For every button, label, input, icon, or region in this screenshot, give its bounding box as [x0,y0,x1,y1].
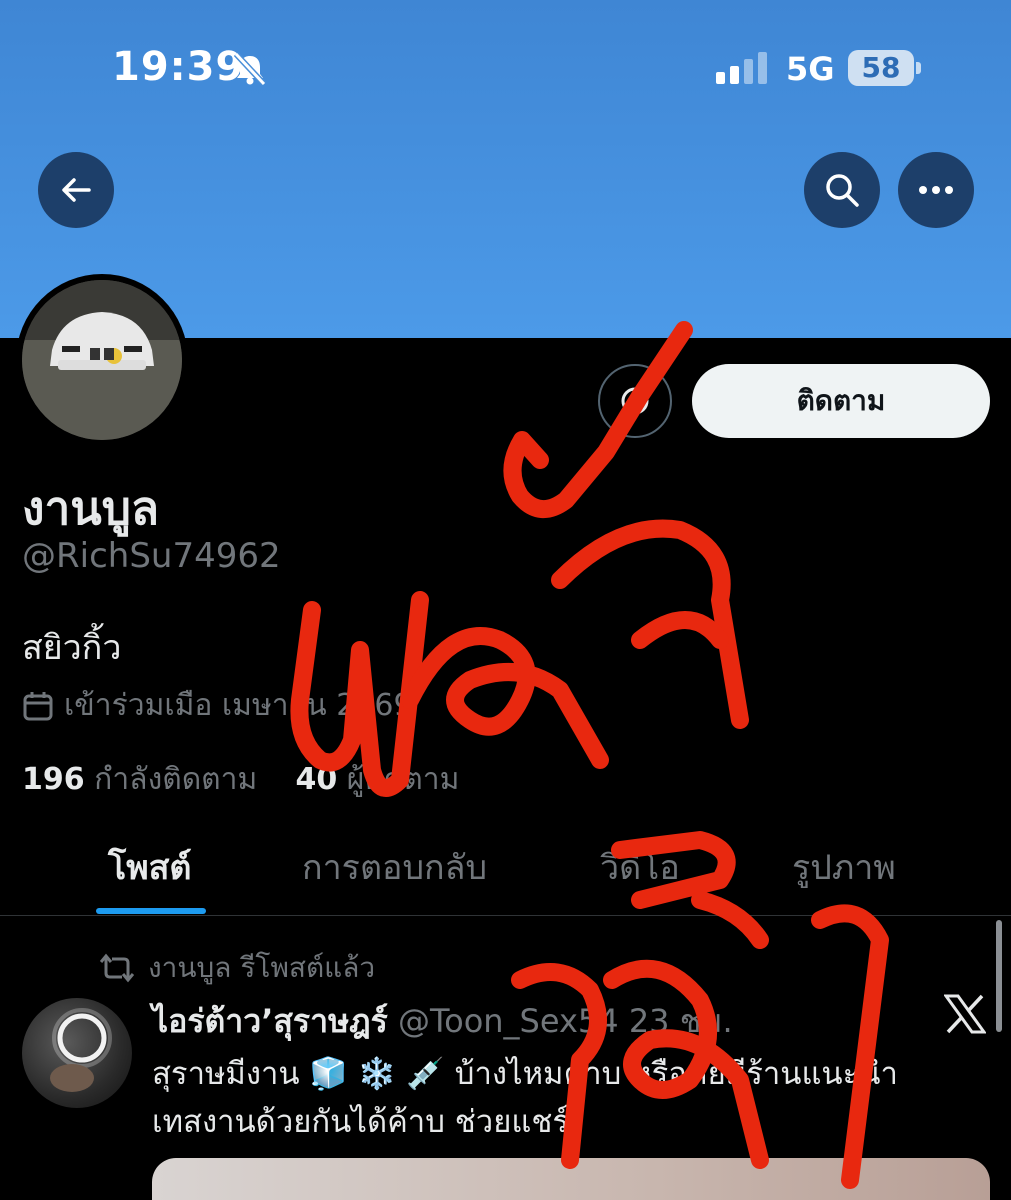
bell-slash-icon [233,52,267,86]
followers-label: ผู้ติดตาม [346,762,460,797]
calendar-icon [23,691,53,720]
tab-replies[interactable]: การตอบกลับ [302,840,487,894]
battery-tip [916,62,921,74]
repost-indicator: งานบูล รีโพสต์แล้ว [100,946,375,990]
repost-icon [100,953,134,983]
post-author[interactable]: ไอร่ต้าว’สุราษฎร์ [152,1002,388,1040]
battery-icon: 58 [848,50,914,86]
car-photo [22,280,182,440]
notification-subscribe-button[interactable] [598,364,672,438]
post-media[interactable] [152,1158,990,1200]
ring-light-photo [50,1008,112,1092]
x-logo-icon [944,994,986,1034]
status-time: 19:39 [112,44,245,90]
search-button[interactable] [804,152,880,228]
following-link[interactable]: 196 กำลังติดตาม [22,762,257,797]
profile-handle: @RichSu74962 [22,536,281,576]
more-button[interactable] [898,152,974,228]
repost-label: งานบูล รีโพสต์แล้ว [148,951,376,984]
follow-stats: 196 กำลังติดตาม 40 ผู้ติดตาม [22,756,459,803]
search-icon [826,174,859,207]
back-button[interactable] [38,152,114,228]
profile-bio: สยิวกิ้ว [22,628,122,668]
following-count: 196 [22,762,85,797]
following-label: กำลังติดตาม [94,762,258,797]
active-tab-indicator [96,908,206,914]
post-text-line-1: สุราษมีงาน 🧊 ❄️ 💉 บ้างไหมค่าบ หรือคัยมีร… [152,1056,898,1092]
post-text-line-2: เทสงานด้วยกันได้ค้าบ ช่วยแชร์ [152,1104,570,1140]
display-name: งานบูล [22,481,160,535]
more-dots-icon [919,186,953,194]
tab-photos[interactable]: รูปภาพ [792,840,896,894]
loading-circle-icon [621,387,649,415]
post-handle[interactable]: @Toon_Sex54 [398,1002,619,1040]
followers-link[interactable]: 40 ผู้ติดตาม [295,762,459,797]
tab-videos[interactable]: วิดีโอ [600,840,680,894]
followers-count: 40 [295,762,338,797]
signal-bars-icon [716,52,767,84]
post-avatar[interactable] [22,998,132,1108]
scrollbar[interactable] [996,920,1002,1032]
network-type: 5G [786,50,835,88]
joined-date: เข้าร่วมเมือ เมษายน 2569 [22,682,413,729]
tab-posts[interactable]: โพสต์ [108,840,192,894]
follow-button[interactable]: ติดตาม [692,364,990,438]
post-header: ไอร่ต้าว’สุราษฎร์ @Toon_Sex54 23 ชม. [152,996,733,1047]
back-arrow-icon [62,178,91,202]
post-time: 23 ชม. [628,1002,733,1040]
post-text: สุราษมีงาน 🧊 ❄️ 💉 บ้างไหมค่าบ หรือคัยมีร… [152,1050,982,1146]
joined-text: เข้าร่วมเมือ เมษายน 2569 [64,688,413,723]
profile-tabs: โพสต์ การตอบกลับ วิดีโอ รูปภาพ [0,832,1011,916]
profile-avatar[interactable] [16,274,188,446]
